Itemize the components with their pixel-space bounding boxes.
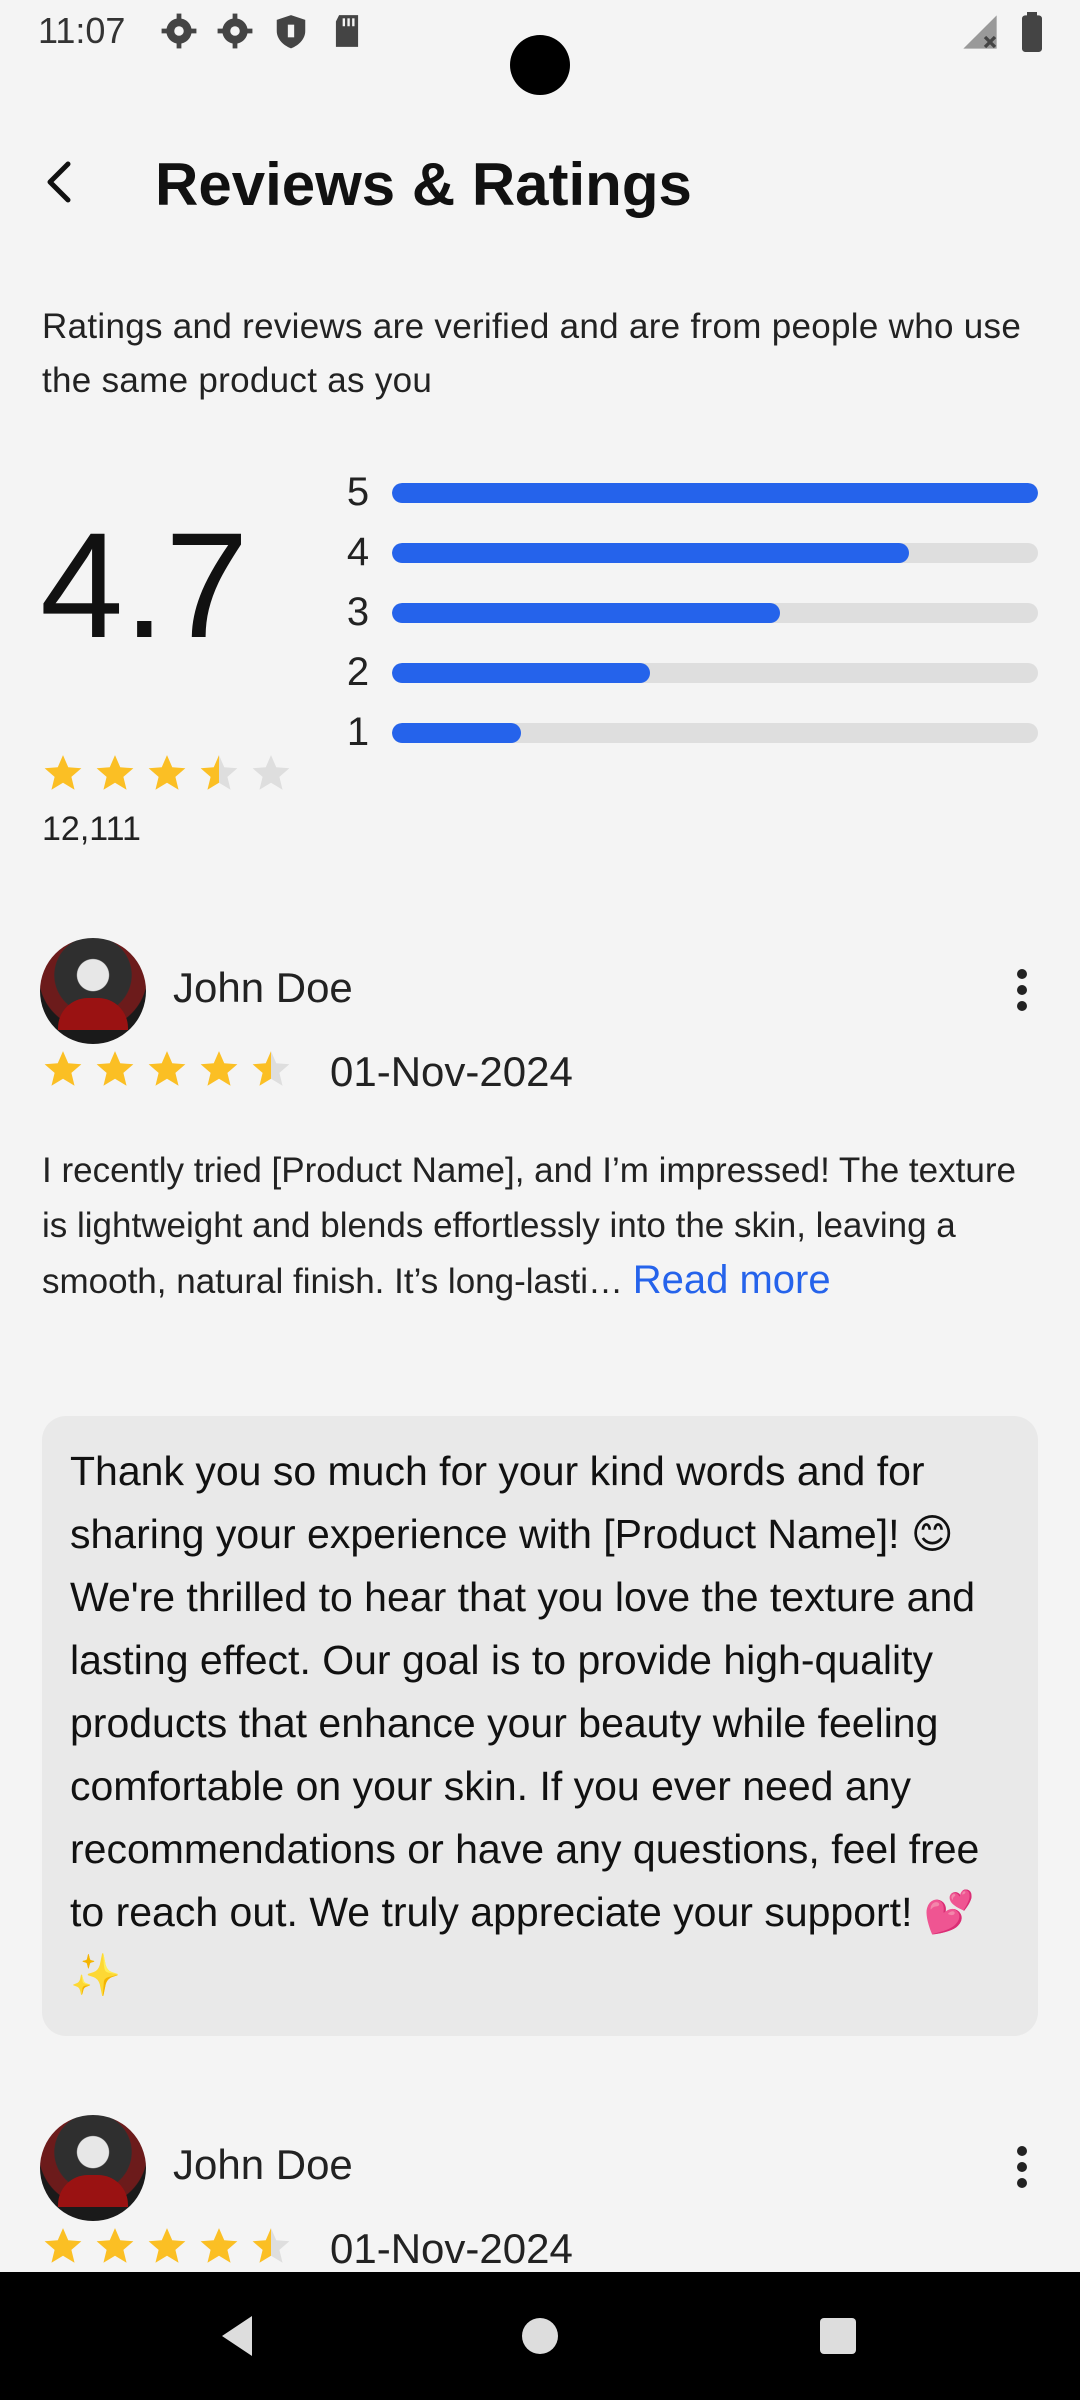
status-time: 11:07 bbox=[38, 10, 126, 51]
home-circle-icon[interactable] bbox=[514, 2310, 566, 2362]
verification-note: Ratings and reviews are verified and are… bbox=[42, 307, 1022, 400]
back-triangle-icon[interactable] bbox=[212, 2310, 264, 2362]
distribution-row: 4 bbox=[340, 522, 1040, 582]
status-icons bbox=[160, 12, 366, 50]
app-bar: Reviews & Ratings bbox=[0, 130, 1080, 240]
more-vert-icon[interactable] bbox=[994, 2139, 1050, 2195]
battery-icon bbox=[1020, 12, 1044, 53]
more-vert-icon[interactable] bbox=[994, 962, 1050, 1018]
review-text: I recently tried [Product Name], and I’m… bbox=[42, 1143, 1032, 1309]
distribution-bar-fill bbox=[392, 603, 780, 623]
star-full-icon bbox=[146, 1048, 188, 1090]
review-star-rating bbox=[42, 2225, 292, 2267]
distribution-row: 3 bbox=[340, 582, 1040, 642]
star-full-icon bbox=[42, 752, 84, 794]
review-body: I recently tried [Product Name], and I’m… bbox=[42, 1151, 1016, 1301]
reviewer-name: John Doe bbox=[173, 964, 353, 1011]
star-half-icon bbox=[250, 1048, 292, 1090]
star-full-icon bbox=[146, 752, 188, 794]
average-star-rating bbox=[42, 752, 292, 794]
shield-icon bbox=[272, 12, 310, 50]
star-full-icon bbox=[198, 1048, 240, 1090]
star-full-icon bbox=[146, 2225, 188, 2267]
distribution-star-label: 5 bbox=[346, 470, 370, 514]
signal-icon bbox=[960, 12, 1000, 52]
distribution-bar-track bbox=[392, 723, 1038, 743]
distribution-bar-track bbox=[392, 483, 1038, 503]
star-half-icon bbox=[198, 752, 240, 794]
distribution-bar-fill bbox=[392, 723, 522, 743]
average-rating: 4.7 bbox=[40, 501, 249, 669]
star-full-icon bbox=[42, 1048, 84, 1090]
status-bar: 11:07 bbox=[0, 0, 1080, 95]
distribution-bar-fill bbox=[392, 543, 909, 563]
avatar[interactable] bbox=[40, 938, 146, 1044]
distribution-row: 5 bbox=[340, 462, 1040, 522]
settings-icon bbox=[160, 12, 198, 50]
settings-icon bbox=[216, 12, 254, 50]
distribution-bar-fill bbox=[392, 663, 651, 683]
star-half-icon bbox=[250, 2225, 292, 2267]
distribution-bar-track bbox=[392, 603, 1038, 623]
rating-count: 12,111 bbox=[42, 810, 141, 848]
star-full-icon bbox=[94, 2225, 136, 2267]
distribution-bar-fill bbox=[392, 483, 1038, 503]
distribution-star-label: 2 bbox=[346, 650, 370, 694]
sd-card-icon bbox=[328, 12, 366, 50]
distribution-star-label: 3 bbox=[346, 590, 370, 634]
star-full-icon bbox=[42, 2225, 84, 2267]
recents-square-icon[interactable] bbox=[812, 2310, 864, 2362]
reviewer-name: John Doe bbox=[173, 2141, 353, 2188]
front-camera bbox=[510, 35, 570, 95]
back-arrow-icon[interactable] bbox=[30, 152, 90, 212]
seller-reply: Thank you so much for your kind words an… bbox=[42, 1416, 1038, 2036]
star-full-icon bbox=[94, 752, 136, 794]
review-card: John Doe 01-Nov-2024 I recently tried [P… bbox=[0, 938, 1080, 2048]
distribution-row: 1 bbox=[340, 702, 1040, 762]
review-date: 01-Nov-2024 bbox=[330, 1048, 573, 1095]
distribution-row: 2 bbox=[340, 642, 1040, 702]
star-full-icon bbox=[94, 1048, 136, 1090]
system-nav-bar bbox=[0, 2272, 1080, 2400]
star-empty-icon bbox=[250, 752, 292, 794]
review-date: 01-Nov-2024 bbox=[330, 2225, 573, 2272]
star-full-icon bbox=[198, 2225, 240, 2267]
review-star-rating bbox=[42, 1048, 292, 1090]
rating-summary: 4.7 12,111 5 4 3 2 1 bbox=[0, 450, 1080, 870]
distribution-star-label: 1 bbox=[346, 710, 370, 754]
review-card: John Doe 01-Nov-2024 bbox=[0, 2115, 1080, 2272]
avatar[interactable] bbox=[40, 2115, 146, 2221]
distribution-bar-track bbox=[392, 663, 1038, 683]
read-more-link[interactable]: Read more bbox=[633, 1258, 831, 1302]
rating-distribution: 5 4 3 2 1 bbox=[340, 462, 1040, 762]
distribution-bar-track bbox=[392, 543, 1038, 563]
page-title: Reviews & Ratings bbox=[155, 151, 692, 218]
distribution-star-label: 4 bbox=[346, 530, 370, 574]
status-right-icons bbox=[960, 12, 1044, 53]
